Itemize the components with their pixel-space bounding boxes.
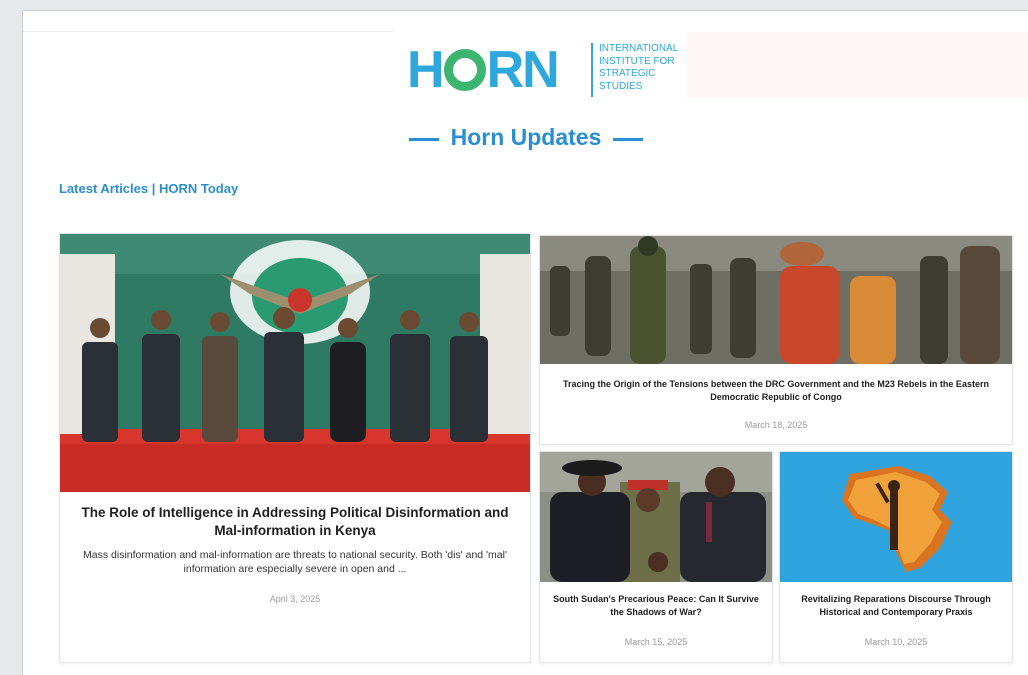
article-card[interactable]: South Sudan's Precarious Peace: Can It S… (539, 451, 773, 663)
article-card-featured[interactable]: The Role of Intelligence in Addressing P… (59, 233, 531, 663)
article-title[interactable]: The Role of Intelligence in Addressing P… (70, 504, 520, 540)
article-date: April 3, 2025 (269, 594, 321, 604)
article-image-africa[interactable] (780, 452, 1012, 582)
officials-photo (60, 234, 530, 492)
article-card[interactable]: Revitalizing Reparations Discourse Throu… (779, 451, 1013, 663)
section-title-text: Horn Updates (450, 124, 602, 150)
handshake-photo (540, 452, 772, 582)
article-image-officials[interactable] (60, 234, 530, 492)
article-date: March 10, 2025 (864, 637, 928, 647)
tagline-line: INSTITUTE FOR (599, 55, 675, 67)
section-subtitle[interactable]: Latest Articles | HORN Today (59, 181, 238, 196)
article-date: March 18, 2025 (744, 420, 808, 430)
refugees-photo (540, 236, 1012, 364)
logo-divider (591, 43, 593, 97)
tagline-line: STUDIES (599, 80, 643, 92)
tagline-line: INTERNATIONAL (599, 43, 679, 54)
section-title: Horn Updates (23, 124, 1028, 151)
header-banner (687, 32, 1028, 98)
article-image-handshake[interactable] (540, 452, 772, 582)
article-title[interactable]: Revitalizing Reparations Discourse Throu… (790, 593, 1002, 618)
article-card[interactable]: Tracing the Origin of the Tensions betwe… (539, 235, 1013, 445)
logo-wordmark: H RN (407, 41, 560, 99)
article-title[interactable]: Tracing the Origin of the Tensions betwe… (550, 378, 1002, 403)
title-dash-left (408, 138, 439, 141)
logo-o-ring (443, 49, 486, 91)
page: H RN INTERNATIONAL INSTITUTE FOR STRATEGI… (22, 10, 1028, 675)
title-dash-right (613, 138, 644, 141)
tagline-line: STRATEGIC (599, 68, 656, 79)
logo-tagline: INTERNATIONAL INSTITUTE FOR STRATEGIC ST… (599, 43, 709, 93)
africa-illustration (780, 452, 1012, 582)
article-title[interactable]: South Sudan's Precarious Peace: Can It S… (550, 593, 762, 618)
top-divider (23, 31, 393, 32)
article-date: March 15, 2025 (624, 637, 688, 647)
article-image-refugees[interactable] (540, 236, 1012, 364)
article-excerpt: Mass disinformation and mal-information … (83, 549, 507, 575)
